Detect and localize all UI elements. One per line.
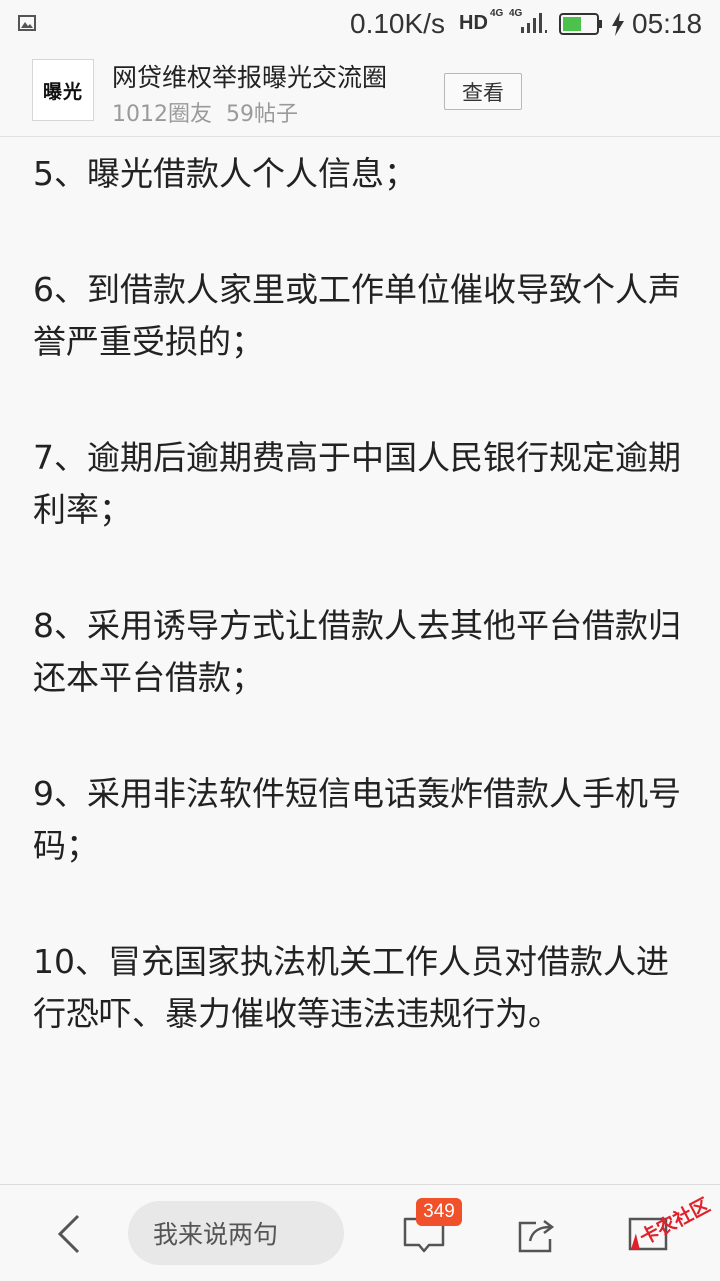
charging-icon bbox=[612, 12, 624, 36]
rule-item-8: 8、采用诱导方式让借款人去其他平台借款归还本平台借款； bbox=[33, 606, 681, 697]
gallery-icon bbox=[18, 15, 36, 31]
comment-count-badge: 349 bbox=[416, 1198, 462, 1226]
signal-icon bbox=[521, 13, 547, 33]
rule-item-7: 7、逾期后逾期费高于中国人民银行规定逾期利率； bbox=[33, 438, 681, 529]
battery-icon bbox=[559, 13, 602, 35]
hd-indicator: HD bbox=[459, 12, 488, 34]
network-speed: 0.10K/s bbox=[350, 8, 445, 39]
circle-logo[interactable]: 曝光 bbox=[32, 59, 94, 121]
watermark-logo-icon: 卡农社区 bbox=[630, 1193, 714, 1250]
rule-item-6: 6、到借款人家里或工作单位催收导致个人声誉严重受损的； bbox=[33, 270, 681, 361]
view-button[interactable]: 查看 bbox=[444, 73, 522, 110]
network-type-1: 4G bbox=[490, 8, 504, 19]
clock: 05:18 bbox=[632, 8, 703, 39]
circle-header[interactable]: 曝光 网贷维权举报曝光交流圈 1012圈友 59帖子 查看 bbox=[0, 50, 720, 137]
rule-item-9: 9、采用非法软件短信电话轰炸借款人手机号码； bbox=[33, 774, 681, 865]
share-icon[interactable] bbox=[514, 1213, 558, 1257]
bottom-bar: 我来说两句 349 bbox=[0, 1184, 720, 1281]
comment-input[interactable]: 我来说两句 bbox=[128, 1201, 344, 1265]
status-bar: 0.10K/s HD 4G 4G 05:18 bbox=[0, 0, 720, 50]
circle-title[interactable]: 网贷维权举报曝光交流圈 bbox=[112, 58, 387, 94]
post-count: 59帖子 bbox=[226, 102, 298, 127]
svg-text:卡农社区: 卡农社区 bbox=[636, 1193, 714, 1249]
watermark: 卡农社区 bbox=[618, 1190, 714, 1254]
rule-item-5: 5、曝光借款人个人信息； bbox=[33, 154, 417, 193]
rule-item-10: 10、冒充国家执法机关工作人员对借款人进行恐吓、暴力催收等违法违规行为。 bbox=[33, 942, 669, 1033]
back-icon[interactable] bbox=[54, 1213, 84, 1255]
member-count: 1012圈友 bbox=[112, 102, 212, 127]
post-content: 5、曝光借款人个人信息； 6、到借款人家里或工作单位催收导致个人声誉严重受损的；… bbox=[33, 148, 693, 1104]
circle-stats: 1012圈友 59帖子 bbox=[112, 96, 298, 128]
